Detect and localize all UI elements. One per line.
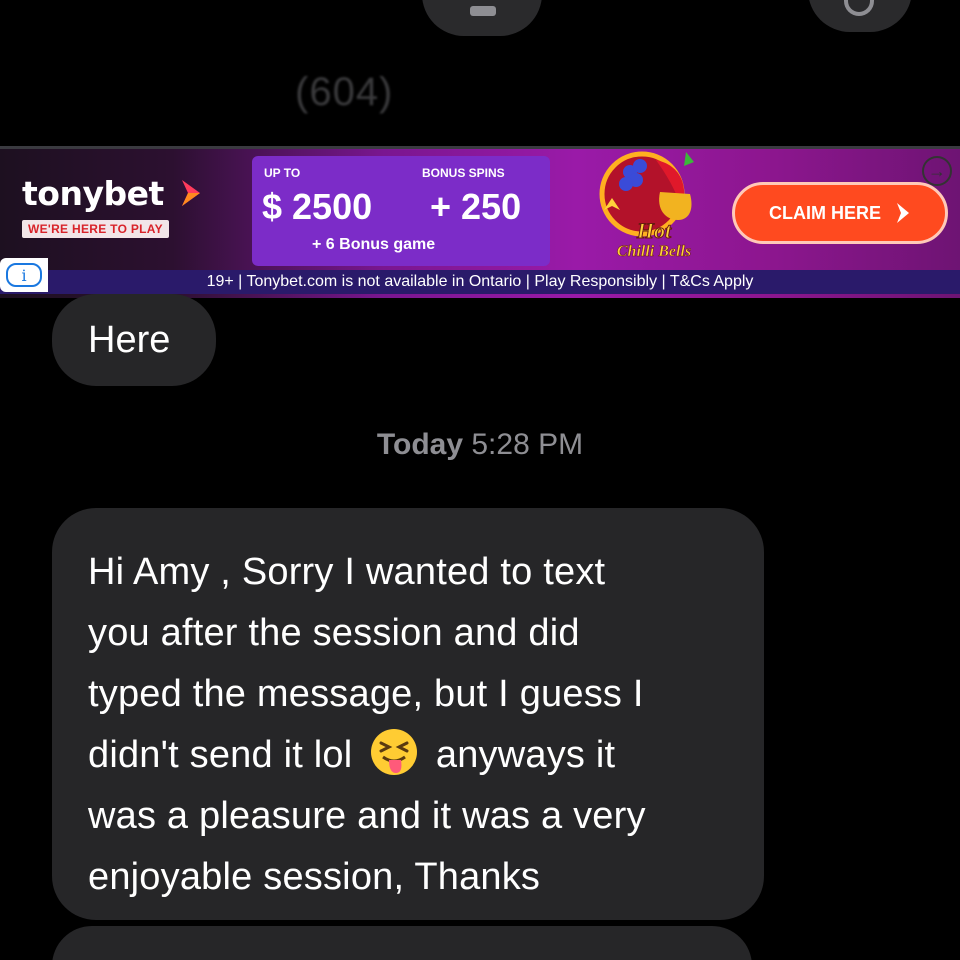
info-icon: i: [6, 263, 42, 287]
bonus-amount: $ 2500: [262, 186, 373, 227]
claim-button-label: CLAIM HERE: [769, 202, 881, 223]
contact-avatar-button[interactable]: [422, 0, 542, 36]
ad-options-icon[interactable]: →: [922, 156, 952, 186]
video-call-button[interactable]: [808, 0, 912, 32]
tagline: WE'RE HERE TO PLAY: [22, 220, 169, 238]
message-line: didn't send it lol anyways it: [88, 725, 728, 786]
message-line: was a pleasure and it was a very: [88, 795, 646, 837]
bonus-upto-label: UP TO: [264, 166, 301, 180]
message-bubble-received[interactable]: Hi Amy , Sorry I wanted to text you afte…: [52, 508, 764, 920]
message-line: you after the session and did: [88, 612, 580, 654]
message-bubble-received[interactable]: Here: [52, 294, 216, 386]
redaction-mark: [400, 66, 630, 116]
message-line: enjoyable session, Thanks: [88, 856, 541, 898]
chevron-left-icon: [40, 0, 100, 10]
message-line: Hi Amy , Sorry I wanted to text: [88, 551, 606, 593]
video-icon: [844, 0, 874, 16]
message-text: Here: [88, 318, 171, 361]
divider: [0, 146, 960, 149]
bonus-spins-label: BONUS SPINS: [422, 166, 505, 180]
ad-banner[interactable]: tonybet WE'RE HERE TO PLAY UP TO BONUS S…: [0, 146, 960, 298]
squinting-face-with-tongue-icon: [371, 729, 418, 775]
claim-here-button[interactable]: CLAIM HERE: [732, 182, 948, 244]
message-bubble-received[interactable]: [52, 926, 752, 960]
chevron-right-icon: [897, 203, 909, 223]
bonus-extra: + 6 Bonus game: [312, 236, 436, 253]
ad-disclaimer: 19+ | Tonybet.com is not available in On…: [0, 270, 960, 294]
tonybet-logo: tonybet: [22, 174, 164, 213]
message-line: typed the message, but I guess I: [88, 673, 644, 715]
tonybet-logo-mark-icon: [182, 180, 200, 206]
ad-info-button[interactable]: i: [0, 258, 48, 292]
message-timestamp: Today 5:28 PM: [376, 428, 584, 461]
back-button[interactable]: [40, 0, 100, 10]
bonus-box: UP TO BONUS SPINS $ 2500 + 250 + 6 Bonus…: [252, 156, 550, 266]
bonus-spins: + 250: [430, 186, 522, 227]
avatar-icon: [470, 6, 496, 16]
game-title: Hot Chilli Bells: [616, 218, 692, 260]
